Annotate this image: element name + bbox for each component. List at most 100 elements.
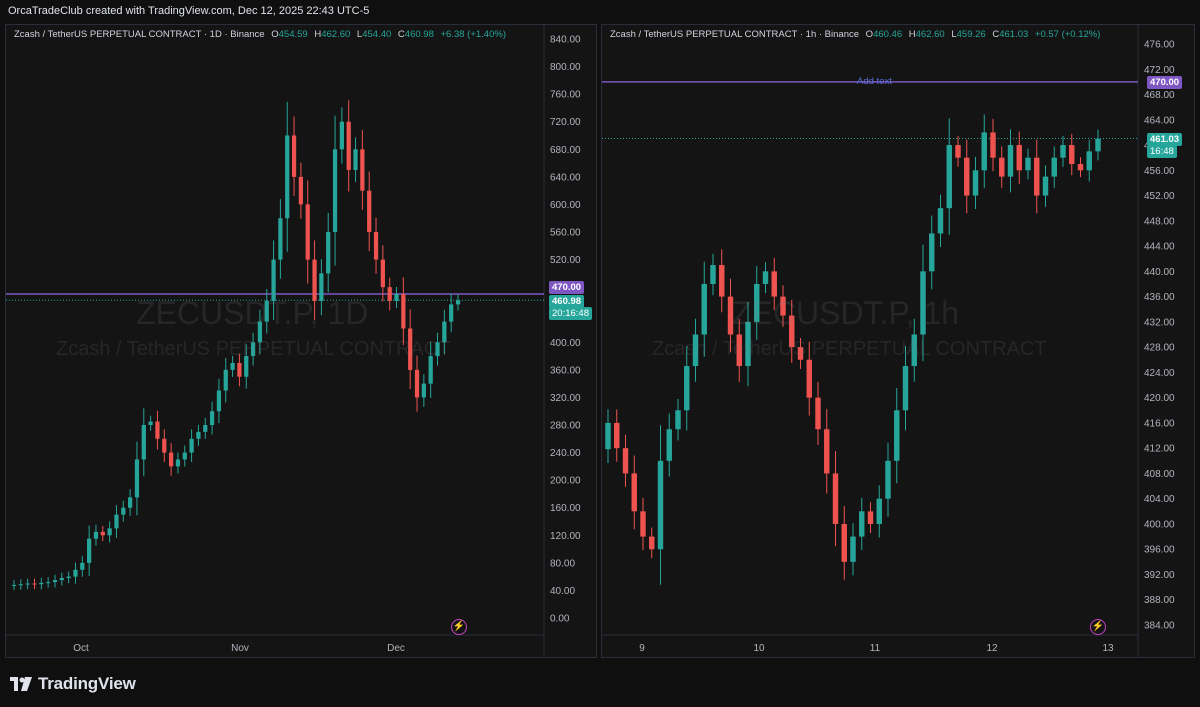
candle-body[interactable]: [257, 321, 263, 343]
candle-body[interactable]: [622, 448, 629, 474]
candle-body[interactable]: [271, 259, 276, 301]
candle-body[interactable]: [981, 132, 987, 171]
candle-body[interactable]: [46, 582, 51, 584]
candle-body[interactable]: [223, 369, 228, 391]
candle-body[interactable]: [719, 265, 725, 297]
candle-body[interactable]: [298, 176, 304, 205]
candle-body[interactable]: [675, 410, 681, 430]
candle-body[interactable]: [902, 366, 909, 411]
candle-body[interactable]: [285, 135, 290, 219]
candle-body[interactable]: [649, 536, 655, 550]
candle-body[interactable]: [401, 294, 406, 329]
candle-body[interactable]: [339, 121, 344, 150]
candle-body[interactable]: [387, 287, 392, 301]
candle-body[interactable]: [435, 342, 440, 357]
candle-body[interactable]: [911, 334, 917, 367]
candle-body[interactable]: [885, 460, 891, 499]
candle-body[interactable]: [815, 397, 821, 430]
candle-body[interactable]: [1025, 157, 1031, 171]
candle-body[interactable]: [114, 514, 119, 529]
candle-body[interactable]: [876, 498, 882, 524]
candle-body[interactable]: [250, 342, 256, 357]
candle-body[interactable]: [168, 452, 174, 467]
candle-body[interactable]: [824, 429, 830, 474]
candle-body[interactable]: [972, 170, 979, 196]
candle-body[interactable]: [929, 233, 935, 272]
candle-body[interactable]: [631, 473, 637, 512]
candle-body[interactable]: [442, 321, 447, 343]
symbol-title[interactable]: Zcash / TetherUS PERPETUAL CONTRACT · 1D…: [14, 29, 265, 40]
candle-body[interactable]: [841, 523, 847, 562]
candle-body[interactable]: [605, 422, 611, 450]
candle-body[interactable]: [128, 497, 133, 508]
candle-body[interactable]: [1042, 176, 1049, 196]
candle-body[interactable]: [1095, 138, 1101, 152]
candle-body[interactable]: [640, 511, 646, 537]
candle-body[interactable]: [244, 356, 249, 377]
candle-body[interactable]: [859, 511, 865, 537]
candle-body[interactable]: [203, 425, 208, 432]
candle-body[interactable]: [657, 460, 664, 550]
candle-body[interactable]: [360, 149, 365, 191]
candle-body[interactable]: [237, 362, 242, 377]
candlestick-chart-daily[interactable]: 840.00 800.00 760.00 720.00 680.00 640.00 600.…: [6, 25, 597, 658]
candle-body[interactable]: [80, 562, 85, 570]
candle-body[interactable]: [380, 259, 385, 288]
symbol-title[interactable]: Zcash / TetherUS PERPETUAL CONTRACT · 1h…: [610, 29, 859, 40]
candle-body[interactable]: [66, 576, 71, 579]
candle-body[interactable]: [134, 459, 140, 498]
candle-body[interactable]: [319, 273, 324, 301]
candle-body[interactable]: [291, 135, 297, 177]
candle-body[interactable]: [278, 218, 283, 260]
candle-body[interactable]: [408, 328, 413, 370]
candle-body[interactable]: [867, 511, 874, 524]
candle-body[interactable]: [832, 473, 839, 524]
candle-body[interactable]: [52, 580, 58, 583]
lightning-icon[interactable]: ⚡: [451, 619, 467, 635]
candle-body[interactable]: [1077, 163, 1084, 171]
candle-body[interactable]: [394, 294, 399, 301]
candle-body[interactable]: [25, 583, 30, 585]
candle-body[interactable]: [162, 438, 167, 453]
hline-text-label[interactable]: Add text: [857, 76, 892, 87]
candle-body[interactable]: [87, 538, 92, 563]
candle-body[interactable]: [93, 531, 99, 539]
candle-body[interactable]: [209, 411, 215, 425]
candle-body[interactable]: [59, 578, 64, 581]
candle-body[interactable]: [692, 334, 699, 367]
candle-body[interactable]: [148, 421, 153, 425]
candle-body[interactable]: [920, 271, 926, 335]
candle-body[interactable]: [754, 283, 760, 322]
candle-body[interactable]: [428, 356, 433, 384]
candle-body[interactable]: [346, 121, 351, 170]
candle-body[interactable]: [455, 300, 461, 305]
candle-body[interactable]: [11, 584, 17, 586]
symbol-header[interactable]: Zcash / TetherUS PERPETUAL CONTRACT · 1h…: [610, 29, 1100, 40]
candle-body[interactable]: [990, 132, 996, 158]
candle-body[interactable]: [999, 157, 1005, 177]
candle-body[interactable]: [946, 145, 952, 209]
candle-body[interactable]: [100, 531, 105, 536]
candle-body[interactable]: [1069, 145, 1075, 164]
candlestick-chart-hourly[interactable]: 476.00472.00468.00464.00460.00456.00452.…: [602, 25, 1195, 658]
candle-body[interactable]: [449, 304, 454, 322]
candle-body[interactable]: [414, 369, 420, 398]
candle-body[interactable]: [182, 452, 187, 460]
candle-body[interactable]: [797, 347, 804, 360]
candle-body[interactable]: [421, 383, 426, 398]
candle-body[interactable]: [18, 584, 23, 586]
candle-body[interactable]: [955, 145, 961, 158]
candle-body[interactable]: [1034, 157, 1040, 196]
symbol-header[interactable]: Zcash / TetherUS PERPETUAL CONTRACT · 1D…: [14, 29, 506, 40]
candle-body[interactable]: [780, 296, 786, 316]
candle-body[interactable]: [762, 271, 769, 284]
candle-body[interactable]: [367, 190, 372, 232]
tradingview-logo[interactable]: TradingView: [10, 674, 136, 694]
chart-panel-daily[interactable]: 840.00 800.00 760.00 720.00 680.00 640.00 600.…: [5, 24, 597, 658]
candle-body[interactable]: [32, 583, 37, 585]
candle-body[interactable]: [771, 271, 777, 297]
candle-body[interactable]: [1016, 145, 1022, 171]
candle-body[interactable]: [121, 507, 126, 515]
candle-body[interactable]: [727, 296, 734, 335]
candle-body[interactable]: [666, 429, 672, 461]
